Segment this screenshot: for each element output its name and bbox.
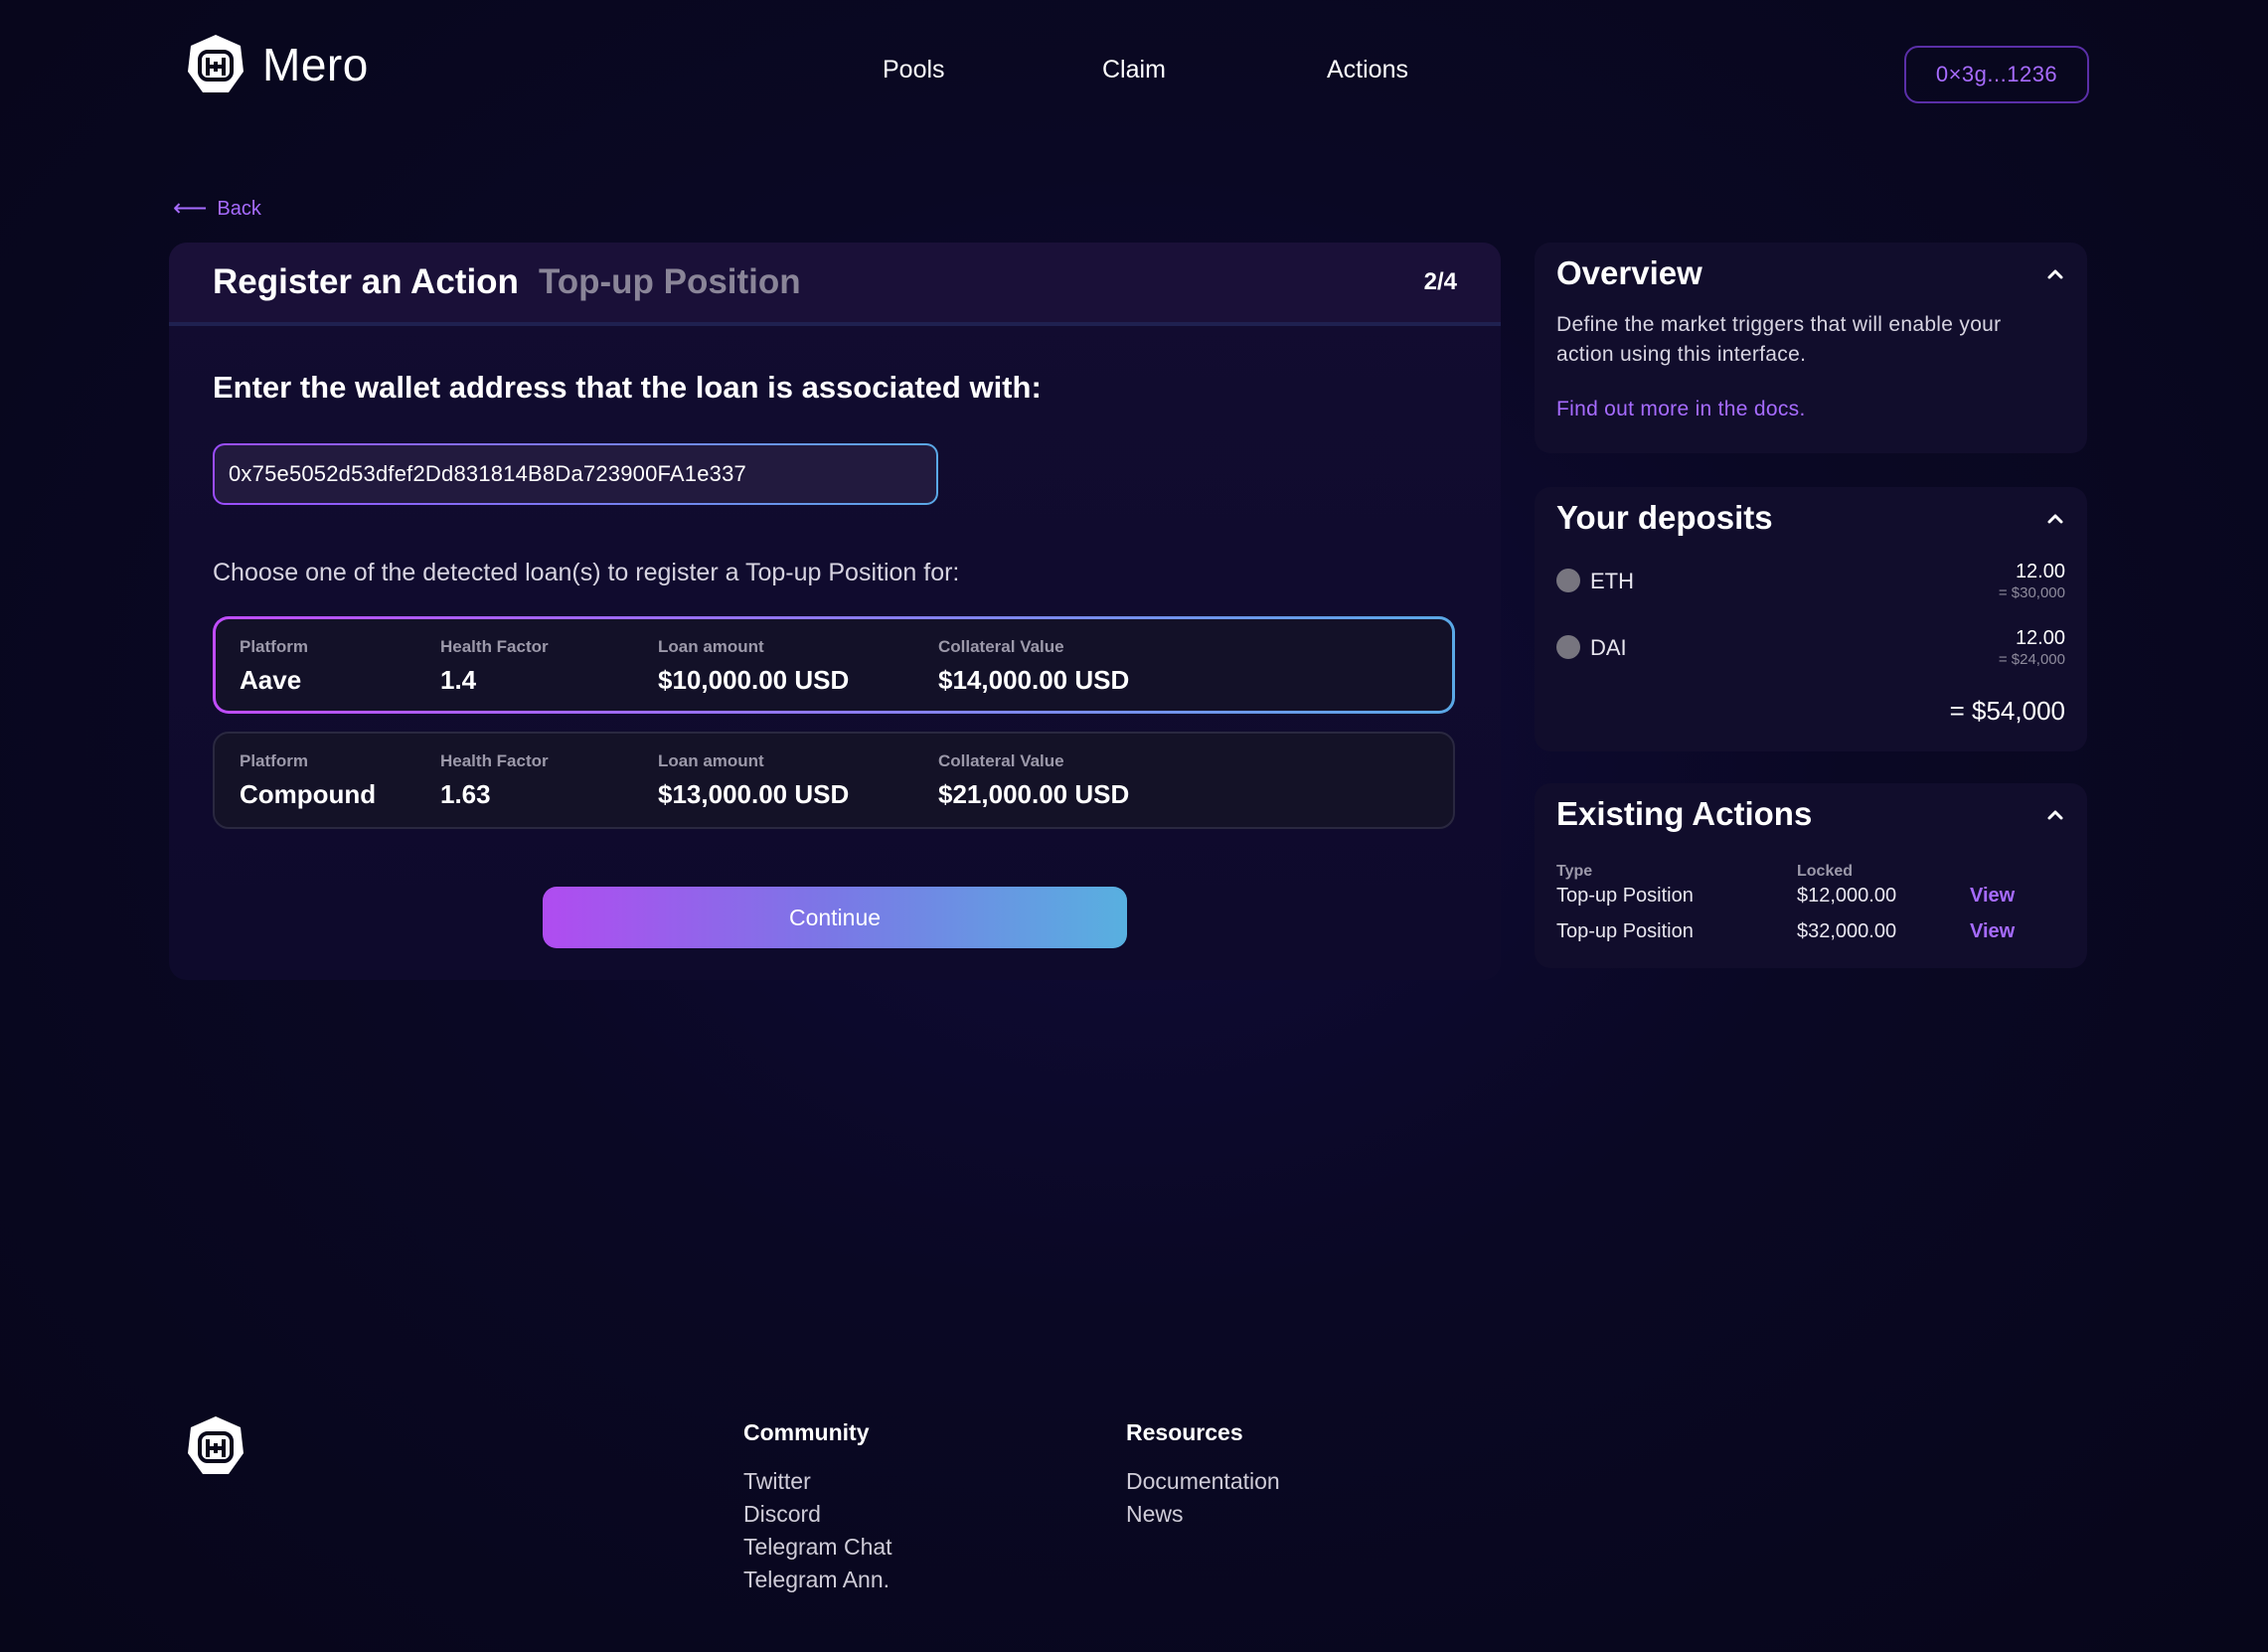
footer-link-documentation[interactable]: Documentation — [1126, 1468, 1280, 1495]
deposit-row-eth: ETH 12.00 = $30,000 — [1556, 561, 2065, 610]
loan-amount-value: $10,000.00 USD — [658, 665, 850, 695]
brand-logo[interactable]: Mero — [183, 32, 369, 97]
deposit-amount: 12.00 — [2015, 627, 2065, 649]
card-header: Register an Action Top-up Position 2/4 — [169, 243, 1501, 326]
nav-claim[interactable]: Claim — [1102, 56, 1166, 84]
platform-value: Compound — [240, 779, 377, 809]
loan-option-aave[interactable]: Platform Aave Health Factor 1.4 Loan amo… — [213, 616, 1455, 714]
token-name: ETH — [1590, 569, 1634, 593]
back-label: Back — [217, 197, 261, 220]
footer-logo-icon[interactable] — [183, 1413, 248, 1479]
collateral-label: Collateral Value — [938, 637, 1064, 656]
action-type: Top-up Position — [1556, 920, 1694, 942]
loan-option-compound[interactable]: Platform Compound Health Factor 1.63 Loa… — [213, 732, 1455, 829]
loan-health: Health Factor 1.4 — [440, 637, 549, 696]
collateral-label: Collateral Value — [938, 751, 1064, 770]
footer-link-discord[interactable]: Discord — [743, 1501, 821, 1528]
loan-collateral: Collateral Value $14,000.00 USD — [938, 637, 1129, 696]
eth-token-icon — [1556, 569, 1580, 592]
loan-amount: Loan amount $10,000.00 USD — [658, 637, 849, 696]
chevron-up-icon[interactable] — [2043, 262, 2067, 286]
loan-collateral: Collateral Value $21,000.00 USD — [938, 751, 1129, 810]
wallet-address-input[interactable] — [213, 443, 938, 505]
existing-actions-title: Existing Actions — [1556, 795, 1813, 832]
deposit-amount: 12.00 — [2015, 561, 2065, 582]
col-locked-header: Locked — [1797, 863, 1854, 880]
mero-logo-icon — [188, 35, 243, 92]
platform-label: Platform — [240, 751, 308, 770]
footer-community-heading: Community — [743, 1419, 870, 1445]
collateral-value: $21,000.00 USD — [938, 779, 1130, 809]
chevron-up-icon[interactable] — [2043, 803, 2067, 827]
brand-name: Mero — [262, 39, 369, 90]
health-value: 1.63 — [440, 779, 491, 809]
deposit-usd: = $30,000 — [1998, 584, 2065, 601]
footer-resources-heading: Resources — [1126, 1419, 1243, 1445]
footer-link-twitter[interactable]: Twitter — [743, 1468, 811, 1495]
dai-token-icon — [1556, 635, 1580, 659]
existing-actions-card: Existing Actions Type Locked Top-up Posi… — [1535, 783, 2087, 968]
footer-link-telegram-ann[interactable]: Telegram Ann. — [743, 1567, 890, 1593]
overview-text: Define the market triggers that will ena… — [1556, 313, 2002, 366]
deposit-usd: = $24,000 — [1998, 651, 2065, 668]
token-name: DAI — [1590, 635, 1627, 660]
loan-amount-label: Loan amount — [658, 751, 764, 770]
health-label: Health Factor — [440, 637, 549, 656]
health-value: 1.4 — [440, 665, 477, 695]
platform-label: Platform — [240, 637, 308, 656]
wallet-question: Enter the wallet address that the loan i… — [213, 370, 1042, 405]
docs-link[interactable]: Find out more in the docs. — [1556, 398, 1806, 421]
view-action-link[interactable]: View — [1970, 920, 2015, 943]
overview-title: Overview — [1556, 254, 1702, 291]
chevron-up-icon[interactable] — [2043, 507, 2067, 531]
deposits-title: Your deposits — [1556, 499, 1773, 536]
collateral-value: $14,000.00 USD — [938, 665, 1130, 695]
loan-platform: Platform Compound — [240, 751, 376, 810]
nav-pools[interactable]: Pools — [883, 56, 945, 84]
col-type-header: Type — [1556, 863, 1593, 880]
loan-platform: Platform Aave — [240, 637, 308, 696]
nav-actions[interactable]: Actions — [1327, 56, 1408, 84]
deposits-card: Your deposits ETH 12.00 = $30,000 DAI 12… — [1535, 487, 2087, 751]
view-action-link[interactable]: View — [1970, 885, 2015, 908]
register-action-card: Register an Action Top-up Position 2/4 E… — [169, 243, 1501, 980]
platform-value: Aave — [240, 665, 302, 695]
footer-link-telegram-chat[interactable]: Telegram Chat — [743, 1534, 892, 1561]
card-subtitle: Top-up Position — [538, 262, 801, 301]
health-label: Health Factor — [440, 751, 549, 770]
footer-link-news[interactable]: News — [1126, 1501, 1184, 1528]
overview-card: Overview Define the market triggers that… — [1535, 243, 2087, 453]
deposit-row-dai: DAI 12.00 = $24,000 — [1556, 627, 2065, 677]
choose-loan-text: Choose one of the detected loan(s) to re… — [213, 559, 960, 586]
action-locked: $12,000.00 — [1797, 885, 1897, 907]
back-link[interactable]: ⟵ Back — [173, 197, 261, 221]
arrow-left-icon: ⟵ — [173, 195, 208, 222]
loan-amount-value: $13,000.00 USD — [658, 779, 850, 809]
loan-amount-label: Loan amount — [658, 637, 764, 656]
continue-button[interactable]: Continue — [543, 887, 1127, 948]
action-type: Top-up Position — [1556, 885, 1694, 907]
step-indicator: 2/4 — [1423, 268, 1457, 295]
card-title: Register an Action — [213, 262, 519, 301]
action-locked: $32,000.00 — [1797, 920, 1897, 942]
deposits-total: = $54,000 — [1949, 696, 2065, 726]
loan-health: Health Factor 1.63 — [440, 751, 549, 810]
loan-amount: Loan amount $13,000.00 USD — [658, 751, 849, 810]
wallet-address-button[interactable]: 0×3g...1236 — [1904, 46, 2089, 103]
